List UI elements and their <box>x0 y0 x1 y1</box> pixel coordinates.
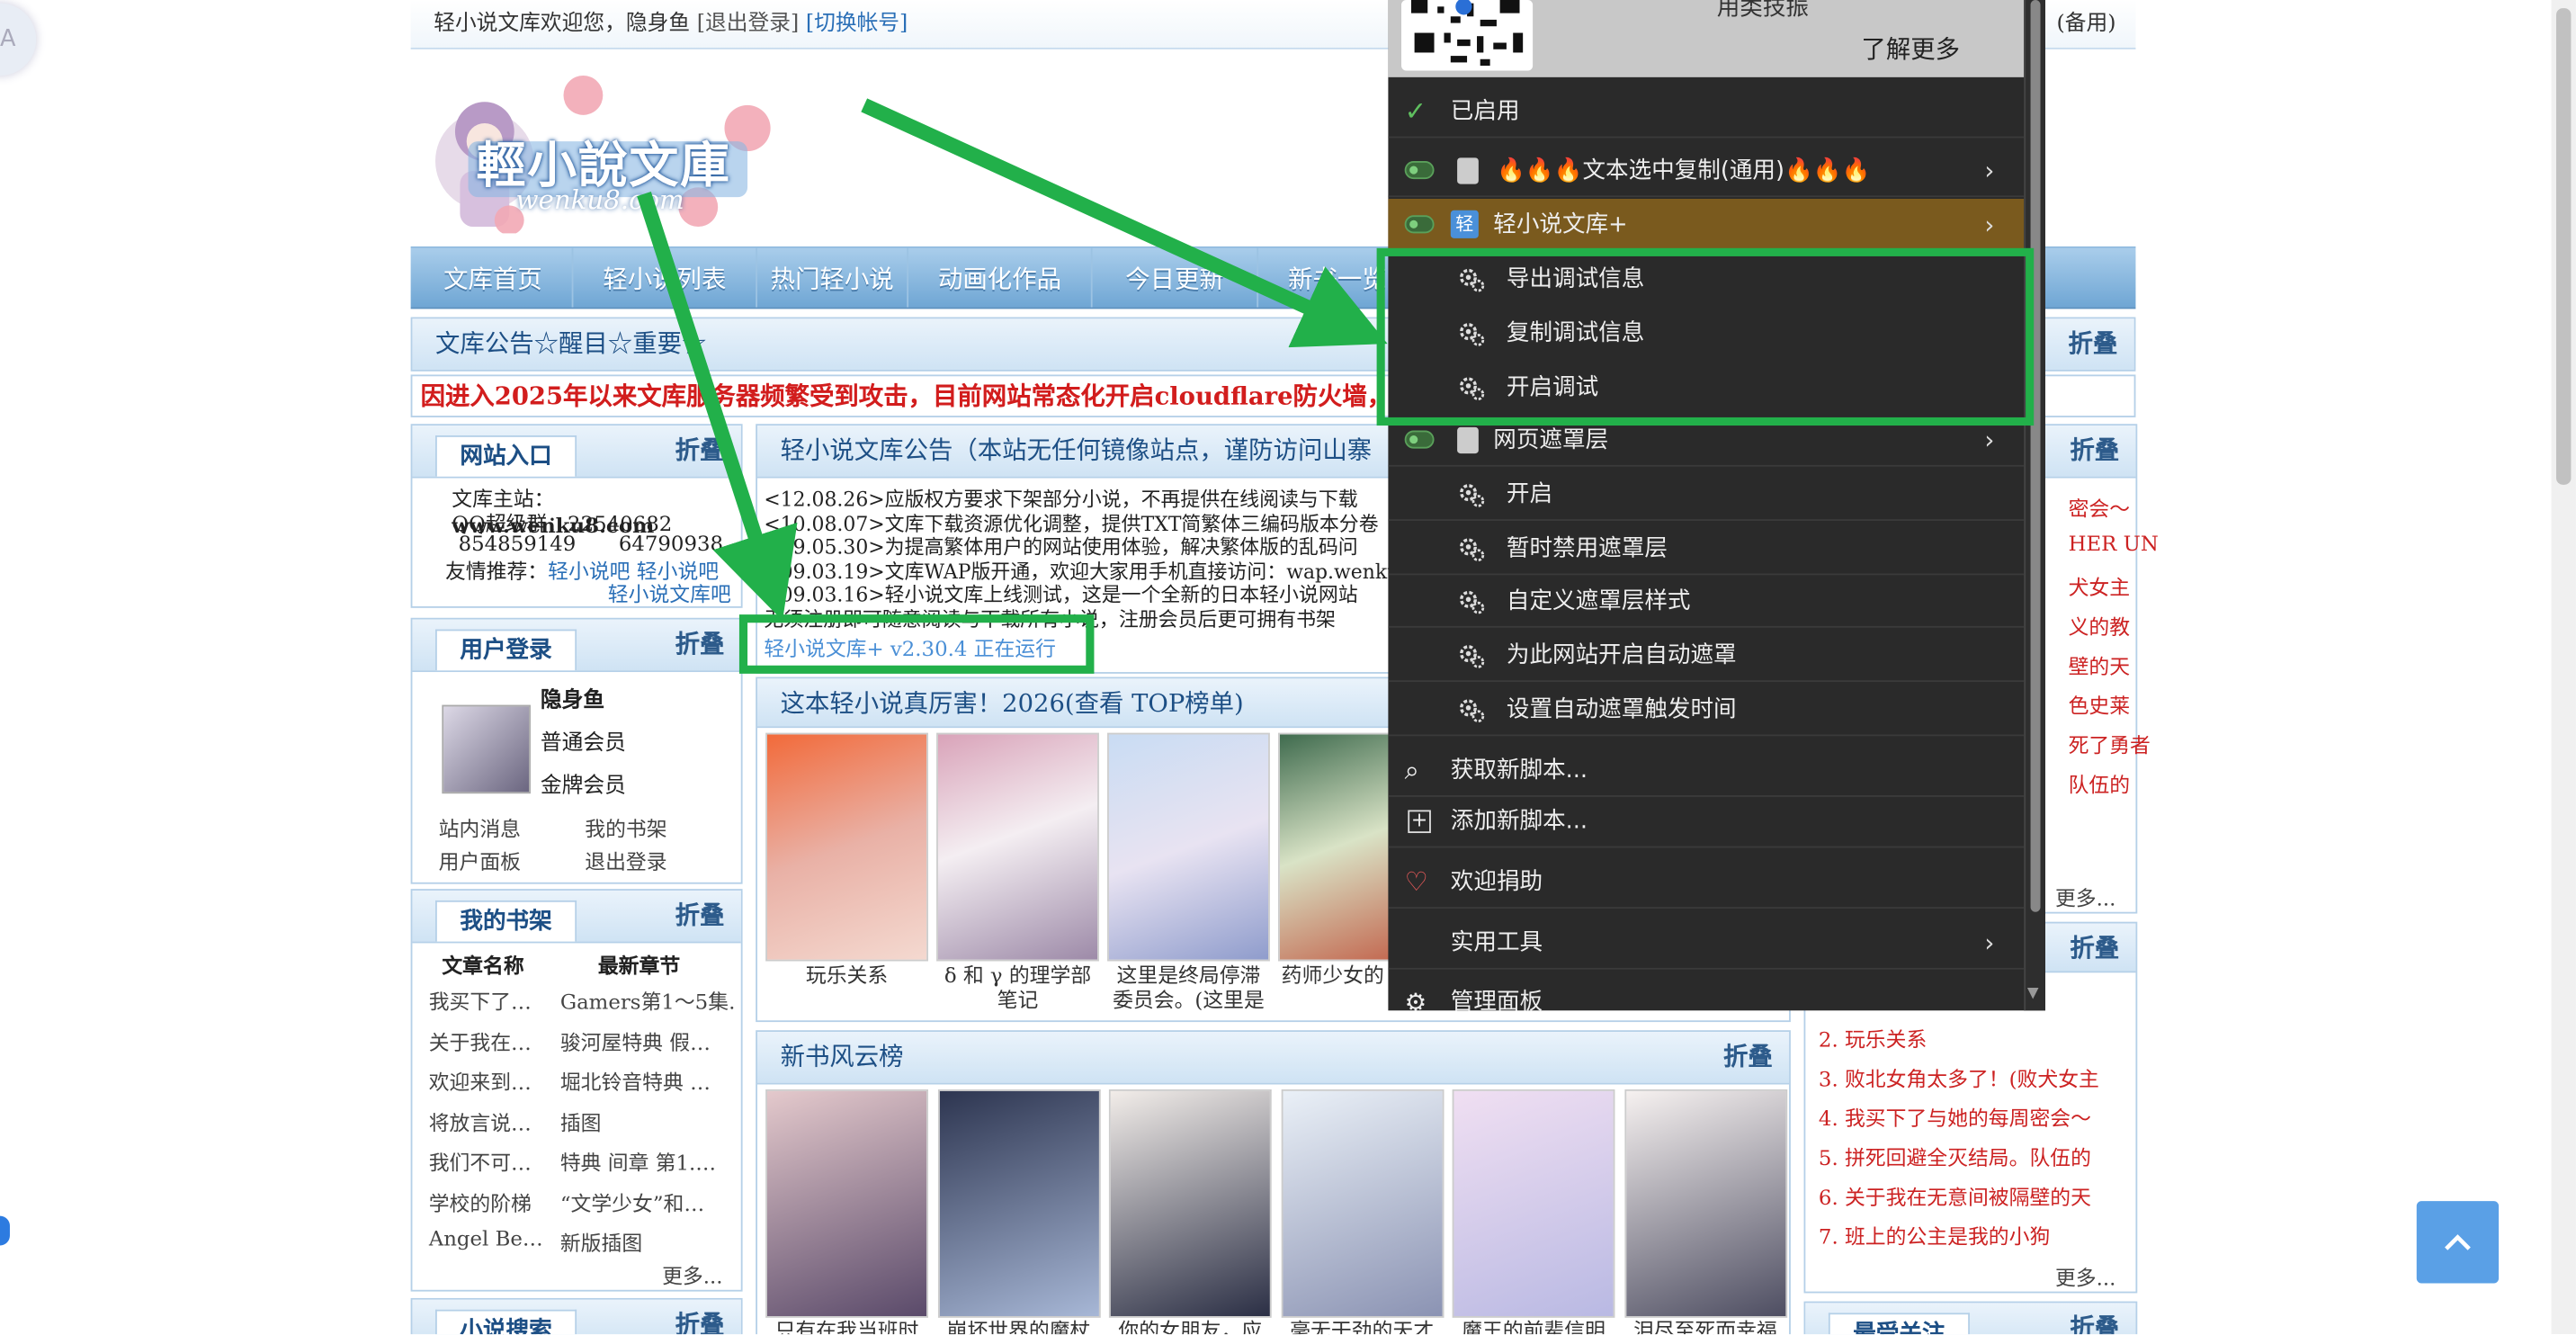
annotation-arrows <box>637 98 1388 621</box>
arrow-to-submenu <box>861 98 1388 348</box>
arrow-to-status <box>637 191 798 621</box>
